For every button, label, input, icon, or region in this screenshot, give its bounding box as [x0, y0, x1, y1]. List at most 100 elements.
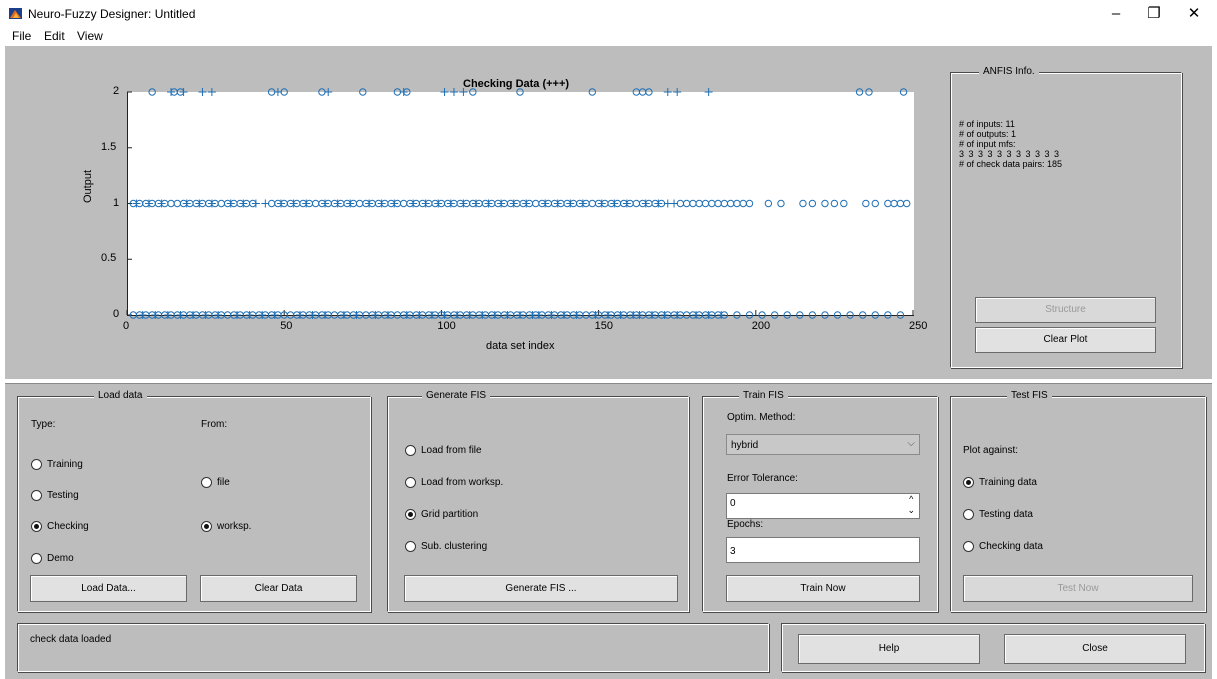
- data-point-circle: [588, 88, 597, 96]
- data-point-circle: [359, 88, 367, 96]
- data-point-circle: [682, 199, 691, 208]
- anfis-info-text: # of inputs: 11 # of outputs: 1 # of inp…: [959, 119, 1062, 169]
- radio-training-data[interactable]: [963, 477, 974, 488]
- radio-worksp-label: worksp.: [217, 521, 252, 532]
- type-label: Type:: [31, 419, 56, 430]
- data-point-plus: [704, 88, 713, 96]
- radio-file-label: file: [217, 477, 230, 488]
- clear-plot-button[interactable]: Clear Plot: [975, 327, 1156, 353]
- data-point-circle: [846, 311, 854, 319]
- chevron-down-icon: ⌵: [907, 438, 915, 449]
- data-point-circle: [582, 311, 590, 319]
- anfis-info-line: 3 3 3 3 3 3 3 3 3 3 3: [959, 149, 1061, 159]
- spinner-icon[interactable]: ^ ⌄: [907, 494, 915, 516]
- data-point-circle: [645, 88, 653, 96]
- generate-fis-group: Generate FIS Load from file Load from wo…: [387, 390, 689, 612]
- status-message: check data loaded: [30, 634, 112, 645]
- data-point-circle: [890, 199, 898, 208]
- optim-method-select[interactable]: hybrid ⌵: [726, 434, 920, 455]
- data-point-plus: [198, 88, 207, 96]
- data-point-circle: [783, 311, 791, 319]
- epochs-field[interactable]: 3: [726, 537, 920, 563]
- data-point-circle: [840, 199, 848, 208]
- radio-checking-data[interactable]: [963, 541, 974, 552]
- data-point-circle: [330, 311, 339, 319]
- load-data-button[interactable]: Load Data...: [30, 575, 187, 602]
- data-point-circle: [632, 88, 641, 96]
- close-button[interactable]: Close: [1004, 634, 1186, 664]
- test-now-button[interactable]: Test Now: [963, 575, 1193, 602]
- data-point-plus: [670, 199, 679, 208]
- data-point-plus: [207, 88, 216, 96]
- data-point-circle: [689, 199, 697, 208]
- data-point-plus: [449, 88, 458, 96]
- data-point-circle: [532, 199, 540, 208]
- data-point-circle: [884, 311, 892, 319]
- optim-method-value: hybrid: [731, 440, 759, 451]
- radio-training-data-label: Training data: [979, 477, 1037, 488]
- data-point-circle: [764, 199, 773, 208]
- data-point-plus: [673, 88, 682, 96]
- radio-checking-data-label: Checking data: [979, 541, 1043, 552]
- radio-training[interactable]: [31, 459, 42, 470]
- radio-checking[interactable]: [31, 521, 42, 532]
- radio-demo[interactable]: [31, 553, 42, 564]
- radio-grid-partition[interactable]: [405, 509, 416, 520]
- radio-load-from-worksp[interactable]: [405, 477, 416, 488]
- data-point-circle: [758, 311, 766, 319]
- data-point-circle: [899, 88, 908, 96]
- train-now-button[interactable]: Train Now: [726, 575, 920, 602]
- x-axis-label: data set index: [486, 340, 555, 352]
- data-point-circle: [267, 199, 276, 208]
- y-tick-label: 2: [113, 85, 120, 97]
- radio-testing-data[interactable]: [963, 509, 974, 520]
- error-tolerance-label: Error Tolerance:: [727, 473, 798, 484]
- train-fis-group: Train FIS Optim. Method: hybrid ⌵ Error …: [702, 390, 938, 612]
- anfis-info-group: ANFIS Info. # of inputs: 11 # of outputs…: [950, 66, 1182, 368]
- data-point-circle: [318, 88, 326, 96]
- generate-fis-button[interactable]: Generate FIS ...: [404, 575, 678, 602]
- data-point-circle: [638, 88, 647, 96]
- radio-load-from-worksp-label: Load from worksp.: [421, 477, 504, 488]
- data-point-circle: [799, 199, 807, 208]
- clear-data-button[interactable]: Clear Data: [200, 575, 357, 602]
- data-point-circle: [777, 199, 785, 208]
- radio-sub-clustering[interactable]: [405, 541, 416, 552]
- train-fis-title: Train FIS: [739, 390, 788, 401]
- data-point-circle: [821, 199, 829, 208]
- data-point-circle: [733, 199, 741, 208]
- structure-button[interactable]: Structure: [975, 297, 1156, 323]
- data-point-plus: [440, 88, 449, 96]
- radio-testing-data-label: Testing data: [979, 509, 1033, 520]
- x-tick-label: 50: [280, 320, 293, 332]
- data-point-circle: [223, 311, 232, 319]
- y-tick-label: 1: [113, 196, 120, 209]
- y-tick-label: 0: [113, 308, 120, 320]
- test-fis-title: Test FIS: [1007, 390, 1052, 401]
- y-tick-label: 0.5: [101, 252, 117, 265]
- data-point-circle: [733, 311, 741, 319]
- data-point-plus: [273, 88, 282, 96]
- x-tick-label: 200: [751, 320, 771, 332]
- radio-worksp[interactable]: [201, 521, 212, 532]
- error-tolerance-field[interactable]: 0 ^ ⌄: [726, 493, 920, 519]
- data-point-circle: [701, 199, 710, 208]
- anfis-info-line: # of input mfs:: [959, 139, 1016, 149]
- epochs-label: Epochs:: [727, 519, 764, 530]
- data-point-circle: [167, 199, 175, 208]
- data-point-circle: [217, 199, 226, 208]
- radio-testing[interactable]: [31, 490, 42, 501]
- radio-checking-label: Checking: [47, 521, 89, 532]
- help-button[interactable]: Help: [798, 634, 980, 664]
- data-point-circle: [833, 311, 842, 319]
- from-label: From:: [201, 419, 228, 430]
- radio-file[interactable]: [201, 477, 212, 488]
- x-tick-label: 100: [437, 320, 456, 332]
- load-data-group: Load data Type: From: Training Testing C…: [17, 390, 371, 612]
- radio-load-from-file[interactable]: [405, 445, 416, 456]
- radio-grid-partition-label: Grid partition: [421, 509, 479, 520]
- radio-demo-label: Demo: [47, 553, 74, 564]
- x-tick-label: 250: [909, 320, 928, 332]
- status-box: check data loaded: [17, 623, 769, 672]
- data-point-circle: [770, 311, 779, 319]
